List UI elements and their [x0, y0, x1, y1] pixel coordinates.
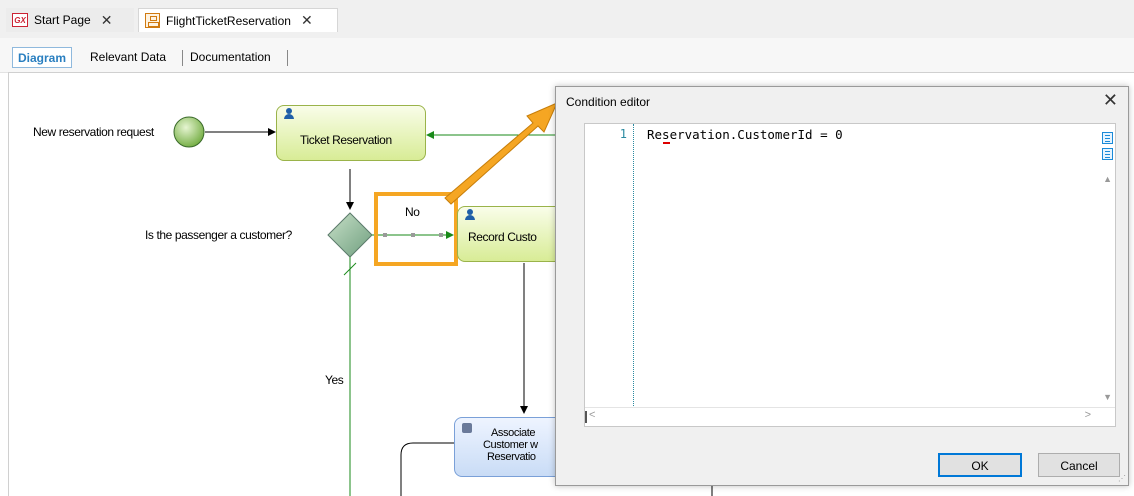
close-icon[interactable]: ✕	[1103, 90, 1118, 111]
ok-button[interactable]: OK	[938, 453, 1022, 477]
close-icon[interactable]: ✕	[101, 12, 113, 29]
editor-subtabs: Diagram Relevant Data Documentation	[0, 38, 1134, 73]
cancel-button[interactable]: Cancel	[1038, 453, 1120, 477]
user-task-icon	[465, 209, 475, 221]
task-record-customer-label: Record Custo	[468, 230, 537, 244]
condition-editor-dialog: Condition editor ✕ 1 Reservation.Custome…	[555, 86, 1129, 486]
condition-code[interactable]: Reservation.CustomerId = 0	[647, 127, 843, 142]
service-task-icon	[462, 423, 472, 433]
task-associate-line3: Reservatio	[487, 451, 536, 463]
genexus-logo-icon: GX	[12, 13, 28, 27]
start-event-label: New reservation request	[33, 125, 154, 139]
horizontal-scrollbar[interactable]: < >	[585, 407, 1115, 426]
gateway-label: Is the passenger a customer?	[145, 228, 292, 242]
line-number: 1	[619, 127, 627, 141]
spell-error-underline	[663, 142, 670, 144]
subtab-diagram[interactable]: Diagram	[12, 47, 73, 68]
task-ticket-reservation[interactable]: Ticket Reservation	[276, 105, 426, 161]
start-event-icon	[173, 116, 205, 148]
tab-start-page-label: Start Page	[34, 13, 91, 27]
subtab-documentation[interactable]: Documentation	[186, 47, 275, 68]
scroll-up-icon[interactable]: ▲	[1103, 174, 1112, 184]
exclusive-gateway-icon	[327, 212, 373, 258]
user-task-icon	[284, 108, 294, 120]
scroll-left-icon[interactable]: <	[589, 409, 595, 421]
scroll-down-icon[interactable]: ▼	[1103, 392, 1112, 402]
document-tab-strip: GX Start Page ✕ FlightTicketReservation …	[0, 0, 1134, 38]
task-associate-line1: Associate	[491, 427, 536, 439]
tab-flight-ticket-reservation-label: FlightTicketReservation	[166, 13, 291, 28]
separator	[182, 50, 183, 66]
task-associate-customer[interactable]: Associate Customer w Reservatio	[454, 417, 566, 477]
expand-all-icon[interactable]	[1102, 132, 1113, 144]
resize-grip-icon[interactable]: ⋰	[1118, 474, 1126, 483]
process-diagram-icon	[145, 13, 160, 28]
scrollbar-thumb[interactable]	[585, 411, 587, 423]
close-icon[interactable]: ✕	[301, 12, 313, 29]
callout-arrow-icon	[444, 102, 558, 205]
subtab-relevant-data[interactable]: Relevant Data	[86, 47, 170, 68]
dialog-title: Condition editor	[566, 95, 651, 109]
collapse-all-icon[interactable]	[1102, 148, 1113, 160]
task-record-customer[interactable]: Record Custo	[457, 206, 567, 262]
flow-no-label: No	[405, 205, 420, 219]
line-number-gutter: 1	[585, 124, 634, 410]
separator	[287, 50, 288, 66]
tab-flight-ticket-reservation[interactable]: FlightTicketReservation ✕	[138, 8, 338, 32]
flow-yes-label: Yes	[325, 373, 344, 387]
tab-start-page[interactable]: GX Start Page ✕	[6, 8, 134, 32]
task-associate-line2: Customer w	[483, 439, 538, 451]
scroll-right-icon[interactable]: >	[1085, 409, 1091, 421]
vertical-scrollbar[interactable]: ▲ ▼	[1101, 124, 1115, 410]
task-ticket-reservation-label: Ticket Reservation	[300, 133, 392, 147]
code-editor[interactable]: 1 Reservation.CustomerId = 0 ▲ ▼ < >	[584, 123, 1116, 427]
